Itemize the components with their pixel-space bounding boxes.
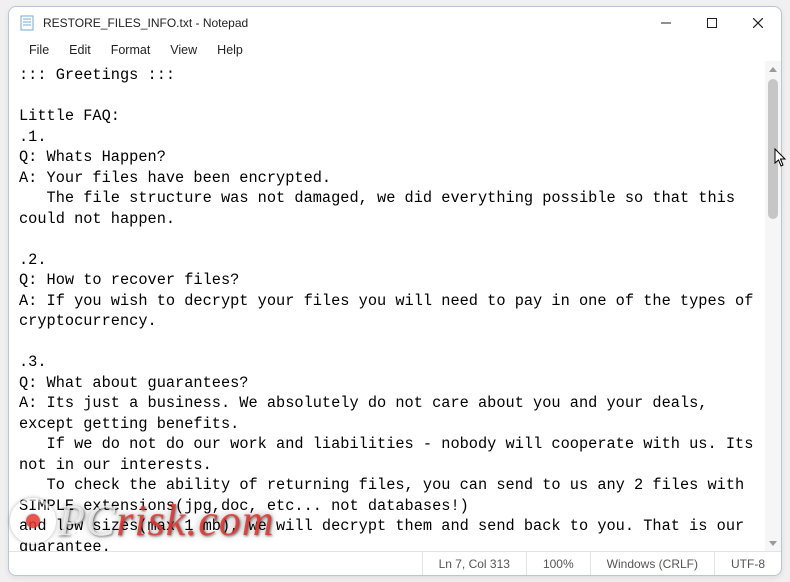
status-encoding: UTF-8 xyxy=(714,552,781,575)
scroll-up-arrow[interactable] xyxy=(765,61,781,77)
status-zoom: 100% xyxy=(526,552,590,575)
titlebar: RESTORE_FILES_INFO.txt - Notepad xyxy=(9,7,781,39)
scroll-down-arrow[interactable] xyxy=(765,535,781,551)
menu-help[interactable]: Help xyxy=(207,41,253,59)
menubar: File Edit Format View Help xyxy=(9,39,781,61)
close-button[interactable] xyxy=(735,7,781,39)
notepad-window: RESTORE_FILES_INFO.txt - Notepad File Ed… xyxy=(8,6,782,576)
status-line-endings: Windows (CRLF) xyxy=(590,552,714,575)
vertical-scrollbar[interactable] xyxy=(765,61,781,551)
status-position: Ln 7, Col 313 xyxy=(422,552,526,575)
text-content[interactable]: ::: Greetings ::: Little FAQ: .1. Q: Wha… xyxy=(9,61,765,551)
status-blank xyxy=(9,552,422,575)
menu-file[interactable]: File xyxy=(19,41,59,59)
menu-format[interactable]: Format xyxy=(101,41,161,59)
document-icon xyxy=(19,15,35,31)
editor-area: ::: Greetings ::: Little FAQ: .1. Q: Wha… xyxy=(9,61,781,551)
window-controls xyxy=(643,7,781,39)
window-title: RESTORE_FILES_INFO.txt - Notepad xyxy=(43,16,643,30)
menu-view[interactable]: View xyxy=(160,41,207,59)
maximize-button[interactable] xyxy=(689,7,735,39)
scrollbar-thumb[interactable] xyxy=(768,79,778,219)
statusbar: Ln 7, Col 313 100% Windows (CRLF) UTF-8 xyxy=(9,551,781,575)
minimize-button[interactable] xyxy=(643,7,689,39)
menu-edit[interactable]: Edit xyxy=(59,41,101,59)
